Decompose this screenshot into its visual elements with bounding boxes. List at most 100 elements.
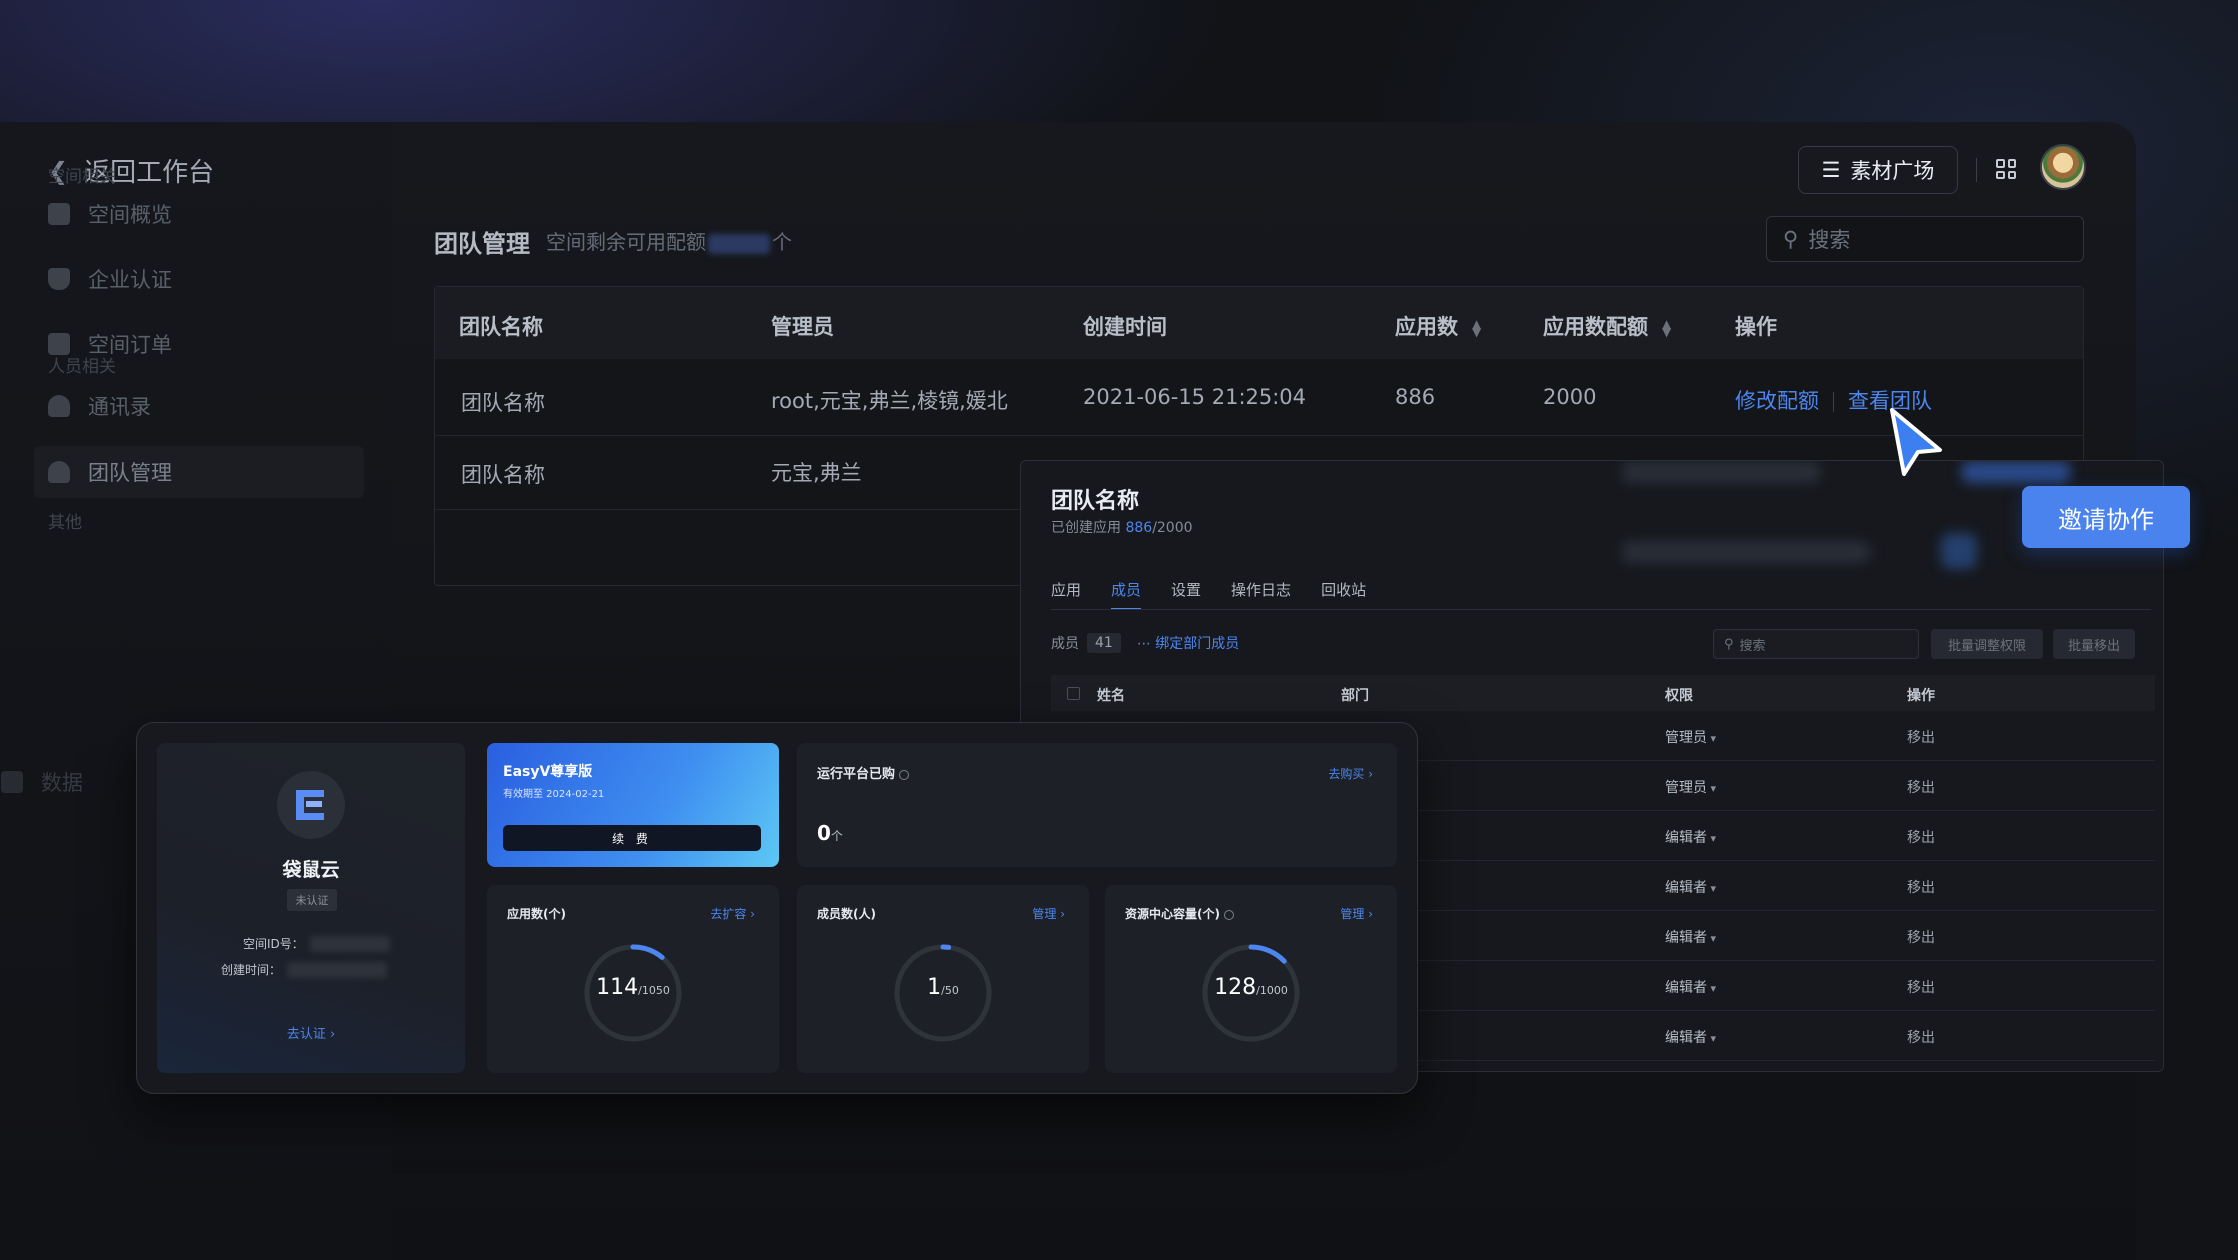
permission-dropdown[interactable]: 管理员 — [1665, 727, 1716, 747]
invite-collaboration-button[interactable]: 邀请协作 — [2022, 486, 2190, 548]
sidebar-group-title: 人员相关 — [48, 357, 116, 377]
permission-dropdown[interactable]: 编辑者 — [1665, 827, 1716, 847]
permission-dropdown[interactable]: 编辑者 — [1665, 877, 1716, 897]
sort-icon: ▲ ▼ — [1662, 317, 1672, 339]
tabs-divider — [1051, 609, 2151, 610]
tab-members[interactable]: 成员 — [1111, 579, 1142, 610]
expand-capacity-link[interactable]: 去扩容 › — [710, 905, 755, 922]
easyv-logo-icon — [296, 790, 324, 820]
remove-member-link[interactable]: 移出 — [1907, 927, 1935, 947]
team-panel-tabs: 应用 成员 设置 操作日志 回收站 — [1051, 579, 1366, 610]
created-apps-label: 已创建应用 — [1051, 520, 1121, 536]
renew-button[interactable]: 续 费 — [503, 825, 761, 851]
stat-value: 114 — [596, 975, 639, 1000]
blurred-created-time — [287, 961, 388, 978]
remove-member-link[interactable]: 移出 — [1907, 777, 1935, 797]
remove-member-link[interactable]: 移出 — [1907, 877, 1935, 897]
sidebar-item-certification[interactable]: 企业认证 — [48, 259, 172, 299]
member-search-input[interactable]: ⚲ 搜索 — [1713, 629, 1919, 659]
organization-logo — [277, 771, 345, 839]
tab-recycle-bin[interactable]: 回收站 — [1321, 579, 1366, 600]
avatar[interactable] — [2040, 144, 2086, 190]
stat-title: 资源中心容量(个) — [1125, 905, 1234, 922]
column-header: 姓名 — [1097, 688, 1125, 704]
team-name-cell: 团队名称 — [461, 463, 545, 487]
blurred-content — [1941, 533, 1977, 569]
remove-member-link[interactable]: 移出 — [1907, 827, 1935, 847]
sidebar-item-contacts[interactable]: 通讯录 — [48, 386, 151, 426]
resource-stat-card: 资源中心容量(个) 管理 › 128/1000 — [1105, 885, 1397, 1073]
usage-ring: 128/1000 — [1199, 941, 1303, 1045]
quota-remaining-text: 空间剩余可用配额 个 — [546, 226, 792, 255]
members-count: 成员 41 ⋯ 绑定部门成员 — [1051, 633, 1239, 653]
remove-member-link[interactable]: 移出 — [1907, 1027, 1935, 1047]
sidebar-item-label: 企业认证 — [88, 268, 172, 292]
tab-apps[interactable]: 应用 — [1051, 579, 1081, 600]
column-header: 团队名称 — [459, 315, 543, 339]
buy-runtime-link[interactable]: 去购买 › — [1328, 765, 1373, 782]
created-apps-total: /2000 — [1152, 520, 1193, 536]
space-id-row: 空间ID号： — [243, 935, 390, 952]
stat-value: 1 — [927, 975, 942, 1000]
apps-grid-icon[interactable] — [1996, 159, 2016, 179]
go-verify-link[interactable]: 去认证 › — [157, 1023, 465, 1042]
column-header-apps[interactable]: 应用数 ▲ ▼ — [1395, 311, 1481, 341]
space-dashboard-card: 袋鼠云 未认证 空间ID号： 创建时间： 去认证 › EasyV尊享版 有效期至… — [136, 722, 1418, 1094]
permission-dropdown[interactable]: 编辑者 — [1665, 927, 1716, 947]
column-header-quota[interactable]: 应用数配额 ▲ ▼ — [1543, 311, 1671, 341]
runtime-title-label: 运行平台已购 — [817, 767, 896, 782]
apps-count-cell: 886 — [1395, 385, 1436, 409]
action-divider — [1833, 392, 1834, 412]
created-apps-count: 886 — [1125, 520, 1153, 536]
toolbar-divider — [1976, 158, 1977, 182]
batch-remove-button[interactable]: 批量移出 — [2053, 629, 2135, 659]
manage-members-link[interactable]: 管理 › — [1032, 905, 1065, 922]
quota-suffix: 个 — [772, 230, 792, 254]
user-icon — [48, 395, 70, 417]
quota-prefix: 空间剩余可用配额 — [546, 230, 706, 254]
stat-total: /50 — [941, 984, 959, 997]
admins-cell: root,元宝,弗兰,棱镜,媛北 — [771, 389, 1008, 413]
members-table-header: 姓名 部门 权限 操作 — [1051, 675, 2155, 711]
runtime-count: 0 — [817, 821, 831, 845]
permission-dropdown[interactable]: 编辑者 — [1665, 1027, 1716, 1047]
column-header: 部门 — [1341, 688, 1369, 704]
remove-member-link[interactable]: 移出 — [1907, 727, 1935, 747]
manage-resources-link[interactable]: 管理 › — [1340, 905, 1373, 922]
plan-card: EasyV尊享版 有效期至 2024-02-21 续 费 — [487, 743, 779, 867]
material-square-label: 素材广场 — [1850, 159, 1935, 183]
select-all-checkbox[interactable] — [1067, 687, 1080, 700]
grid-icon — [48, 203, 70, 225]
column-header: 管理员 — [771, 315, 834, 339]
sidebar-item-team-management[interactable]: 团队管理 — [34, 446, 364, 498]
plan-expiry: 有效期至 2024-02-21 — [503, 789, 605, 800]
tab-operation-log[interactable]: 操作日志 — [1231, 579, 1291, 600]
remove-member-link[interactable]: 移出 — [1907, 977, 1935, 997]
quota-cell: 2000 — [1543, 385, 1597, 409]
search-input[interactable]: ⚲ 搜索 — [1766, 216, 2084, 262]
sidebar-item-label: 团队管理 — [88, 461, 172, 485]
members-label: 成员 — [1051, 636, 1079, 652]
certification-status-badge: 未认证 — [287, 889, 337, 911]
runtime-value: 0个 — [817, 821, 843, 845]
bind-department-label: 绑定部门成员 — [1155, 636, 1240, 652]
permission-dropdown[interactable]: 管理员 — [1665, 777, 1716, 797]
batch-adjust-permission-button[interactable]: 批量调整权限 — [1931, 629, 2043, 659]
sidebar-item-label: 数据 — [41, 771, 83, 795]
edit-quota-link[interactable]: 修改配额 — [1735, 389, 1819, 413]
bind-department-button[interactable]: ⋯ 绑定部门成员 — [1137, 633, 1239, 653]
created-time-cell: 2021-06-15 21:25:04 — [1083, 385, 1307, 409]
runtime-title: 运行平台已购 — [817, 763, 910, 782]
organization-name: 袋鼠云 — [282, 859, 340, 881]
search-placeholder: 搜索 — [1739, 638, 1766, 654]
sidebar-group-title: 其他 — [48, 513, 82, 533]
row-divider — [435, 435, 2083, 436]
tab-settings[interactable]: 设置 — [1171, 579, 1201, 600]
sidebar-item-overview[interactable]: 空间概览 — [48, 194, 172, 234]
sidebar-item-data[interactable]: 数据 — [1, 762, 83, 802]
material-square-button[interactable]: ☰ 素材广场 — [1798, 146, 1958, 194]
page-title: 团队管理 — [434, 230, 530, 258]
blurred-space-id — [309, 935, 390, 952]
plan-name: EasyV尊享版 — [503, 764, 593, 780]
permission-dropdown[interactable]: 编辑者 — [1665, 977, 1716, 997]
